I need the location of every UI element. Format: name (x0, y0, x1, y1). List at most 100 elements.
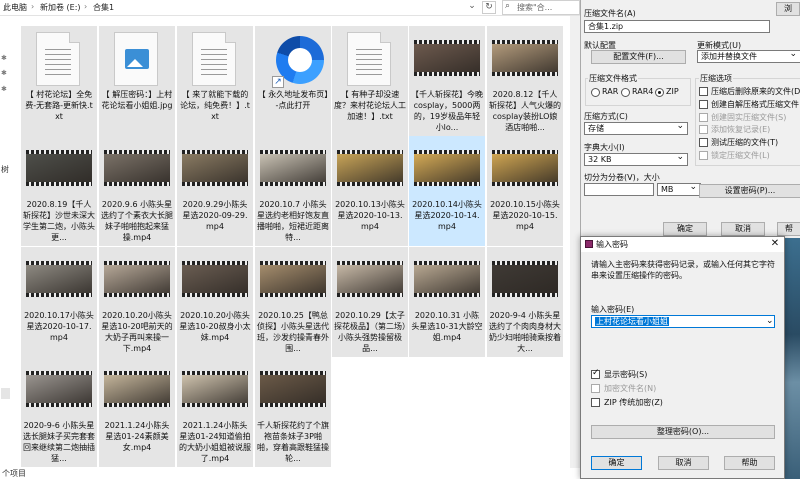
chevron-down-icon[interactable]: ⌄ (766, 316, 774, 326)
compression-option-checkbox[interactable] (699, 99, 708, 109)
password-ok-button[interactable]: 确定 (591, 456, 642, 470)
update-mode-select[interactable]: 添加并替换文件 (697, 49, 800, 63)
file-tile[interactable]: 【千人斩探花】今晚cosplay，5000两的，19岁极品年轻小lo... (409, 26, 485, 136)
video-frame (26, 154, 92, 182)
file-tile[interactable]: 2020.10.13小陈头星选2020-10-13.mp4 (332, 136, 408, 246)
password-input[interactable]: 上村花论坛看小姐姐 (591, 315, 775, 328)
compression-option-checkbox[interactable] (699, 112, 708, 122)
password-cancel-button[interactable]: 取消 (658, 456, 709, 470)
address-bar[interactable]: 此电脑 › 新加卷 (E:) › 合集1 ⌄ ↻ ⌕ 搜索"合... (0, 0, 580, 16)
file-tile[interactable]: 【 有种子却没速度？来村花论坛人工加速！】.txt (332, 26, 408, 136)
archive-ok-button[interactable]: 确定 (663, 222, 707, 236)
compression-option-label[interactable]: 锁定压缩文件(L) (711, 150, 770, 161)
close-icon[interactable]: ✕ (767, 237, 783, 251)
file-name: 2020.10.13小陈头星选2020-10-13.mp4 (335, 200, 405, 231)
dialog-title: 输入密码 (596, 240, 628, 249)
zip-legacy-checkbox[interactable] (591, 398, 600, 407)
encrypt-names-label[interactable]: 加密文件名(N) (604, 383, 656, 394)
file-name: 2020.10.20小陈头星选10-20叔身小太妹.mp4 (179, 311, 251, 342)
video-thumbnail (26, 150, 92, 186)
breadcrumb-drive-e[interactable]: 新加卷 (E:) (40, 2, 81, 13)
password-value: 上村花论坛看小姐姐 (595, 317, 669, 326)
file-tile[interactable]: 2020.8.12【千人斩探花】人气火爆的cosplay装扮LO娘酒店啪啪... (487, 26, 563, 136)
dialog-title-bar[interactable]: 输入密码 ✕ (581, 237, 784, 252)
compression-option-label[interactable]: 添加恢复记录(E) (711, 124, 770, 135)
compression-option-checkbox[interactable] (699, 87, 708, 96)
file-tile[interactable]: 千人斩探花约了个旗袍苗条妹子3P啪啪，穿着高跟鞋猛操轮... (255, 357, 331, 467)
file-tile[interactable]: 2020.10.7 小陈头星选约老相好饱友直播啪啪，短裙近距离特... (255, 136, 331, 246)
desktop-background (785, 238, 800, 479)
archive-cancel-button[interactable]: 取消 (721, 222, 765, 236)
compression-option-label[interactable]: 压缩后删除原来的文件(D) (711, 86, 800, 97)
video-thumbnail (337, 261, 403, 297)
nav-item[interactable] (1, 388, 10, 399)
archive-name-input[interactable]: 合集1.zip (584, 20, 770, 33)
show-password-label[interactable]: 显示密码(S) (604, 369, 647, 380)
file-tile[interactable]: 2020.8.19【千人斩探花】沙世未深大学生第二炮，小陈头更... (21, 136, 97, 246)
format-rar4-label[interactable]: RAR4 (632, 87, 653, 96)
browse-button[interactable]: 浏 (776, 2, 800, 16)
refresh-icon[interactable]: ↻ (482, 1, 496, 14)
video-thumbnail (492, 40, 558, 76)
encrypt-names-checkbox[interactable] (591, 384, 600, 393)
compression-option-checkbox[interactable] (699, 125, 708, 135)
split-unit-select[interactable]: MB (657, 182, 701, 196)
compression-option-label[interactable]: 创建固实压缩文件(S) (711, 112, 786, 123)
file-tile[interactable]: ↗ 【 永久地址发布页】-点此打开 (255, 26, 331, 136)
radio-rar[interactable] (591, 88, 600, 97)
navigation-pane[interactable]: ✱ ✱ ✱ 树 (0, 16, 11, 468)
item-count: 个项目 (2, 469, 26, 478)
search-placeholder: 搜索"合... (517, 3, 553, 12)
radio-rar4[interactable] (621, 88, 630, 97)
compression-option-label[interactable]: 测试压缩的文件(T) (711, 137, 778, 148)
winrar-icon (585, 240, 593, 248)
file-tile[interactable]: 【 解压密码：】上村花论坛看小姐姐.jpg (99, 26, 175, 136)
file-tile[interactable]: 2021.1.24小陈头星选01-24素颜美女.mp4 (99, 357, 175, 467)
status-bar: 个项目 (0, 468, 580, 479)
method-select[interactable]: 存储 (584, 121, 688, 135)
show-password-checkbox[interactable] (591, 368, 600, 379)
file-tile[interactable]: 2020.9.29小陈头星选2020-09-29.mp4 (177, 136, 253, 246)
file-tile[interactable]: 2020.10.20小陈头星选10-20吧前天的大奶子再叫来操一下.mp4 (99, 247, 175, 357)
file-tile[interactable]: 2020.10.14小陈头星选2020-10-14.mp4 (409, 136, 485, 246)
split-label: 切分为分卷(V)，大小 (584, 173, 660, 182)
search-input[interactable]: ⌕ 搜索"合... (502, 0, 580, 15)
breadcrumb-folder[interactable]: 合集1 (93, 2, 114, 13)
file-tile[interactable]: 2020.9.6 小陈头星选约了个素衣大长腿妹子啪啪抱起来猛操.mp4 (99, 136, 175, 246)
chevron-down-icon[interactable]: ⌄ (465, 1, 479, 14)
set-password-button[interactable]: 设置密码(P)... (699, 184, 800, 198)
file-tile[interactable]: 2021.1.24小陈头星选01-24知道偷拍的大奶小姐姐被说服了.mp4 (177, 357, 253, 467)
file-tile[interactable]: 【 来了就能下载的论坛，纯免费！】.txt (177, 26, 253, 136)
video-frame (26, 375, 92, 403)
video-frame (104, 265, 170, 293)
chevron-right-icon: › (84, 2, 88, 11)
file-tile[interactable]: 2020.10.31 小陈头星选10-31大龄空姐.mp4 (409, 247, 485, 357)
vertical-scrollbar[interactable] (570, 16, 580, 468)
compression-option-checkbox[interactable] (699, 138, 708, 148)
file-tile[interactable]: 2020.10.17小陈头星选2020-10-17.mp4 (21, 247, 97, 357)
compression-option-label[interactable]: 创建自解压格式压缩文件 (711, 99, 799, 110)
file-tile[interactable]: 2020.10.20小陈头星选10-20叔身小太妹.mp4 (177, 247, 253, 357)
format-rar-label[interactable]: RAR (602, 87, 618, 96)
dict-select[interactable]: 32 KB (584, 152, 688, 166)
archive-help-button[interactable]: 帮 (777, 222, 800, 236)
video-frame (337, 265, 403, 293)
video-frame (182, 375, 248, 403)
compression-option-checkbox[interactable] (699, 151, 708, 160)
file-tile[interactable]: 2020.10.15小陈头星选2020-10-15.mp4 (487, 136, 563, 246)
file-name: 2020.9.29小陈头星选2020-09-29.mp4 (182, 200, 248, 231)
split-size-input[interactable] (584, 183, 654, 196)
file-tile[interactable]: 2020-9-4 小陈头星选约了个肉肉身材大奶少妇啪啪骑乘按着大... (487, 247, 563, 357)
zip-legacy-label[interactable]: ZIP 传统加密(Z) (604, 397, 663, 408)
organize-passwords-button[interactable]: 整理密码(O)... (591, 425, 775, 439)
file-tile[interactable]: 【 村花论坛】全免费-无套路-更新快.txt (21, 26, 97, 136)
file-tile[interactable]: 2020.10.25【鸭总侦探】小陈头星选代班，沙发约操青春外围... (255, 247, 331, 357)
password-help-button[interactable]: 帮助 (724, 456, 775, 470)
format-zip-label[interactable]: ZIP (666, 87, 679, 96)
radio-zip[interactable] (655, 88, 664, 97)
video-thumbnail (26, 261, 92, 297)
profile-button[interactable]: 配置文件(F)... (591, 50, 686, 64)
file-tile[interactable]: 2020.10.29【太子探花极品】（第二场）小陈头强势操留极品... (332, 247, 408, 357)
file-tile[interactable]: 2020-9-6 小陈头星选长腿妹子买完套套回来继续第二炮抽插猛... (21, 357, 97, 467)
breadcrumb-this-pc[interactable]: 此电脑 (3, 2, 27, 13)
